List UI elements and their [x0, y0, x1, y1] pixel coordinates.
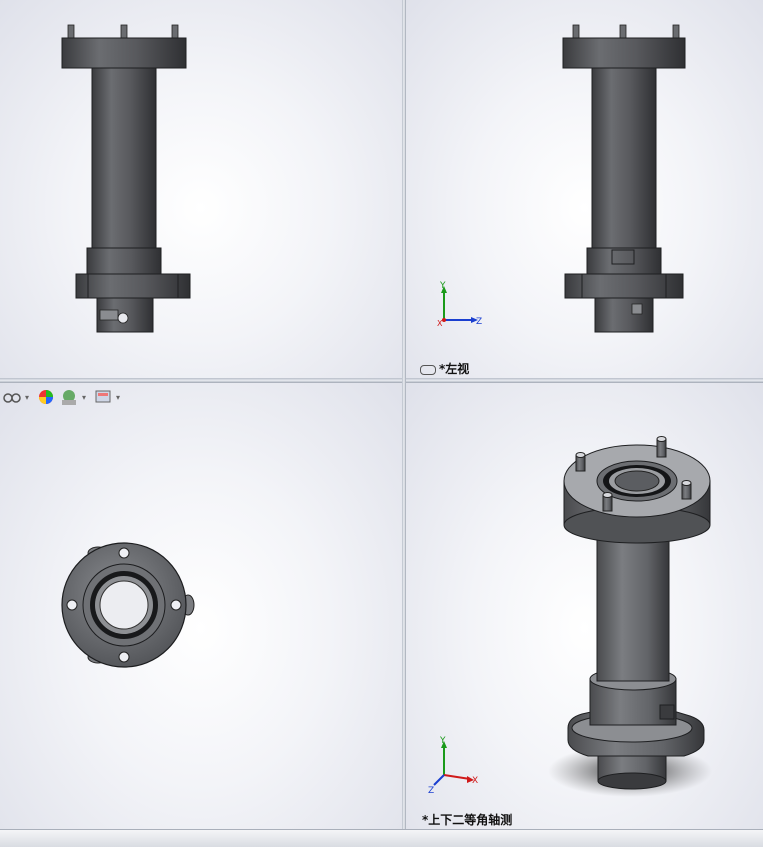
viewport-horizontal-splitter[interactable] [0, 378, 763, 383]
part-front-view [61, 24, 191, 333]
status-bar [0, 829, 763, 847]
viewport-dimetric[interactable]: Y X Z *上下二等角轴测 [406, 383, 763, 829]
viewport-vertical-splitter[interactable] [402, 0, 406, 829]
triad-z-label: Z [428, 786, 434, 796]
link-views-icon[interactable] [420, 364, 436, 375]
part-left-view: Y Z X [437, 24, 686, 333]
triad-x-label: X [437, 319, 443, 328]
part-bottom-view [61, 542, 195, 668]
triad-x-label: X [472, 776, 478, 786]
viewport-label-left: *左视 [420, 360, 469, 377]
viewport-label-dimetric: *上下二等角轴测 [422, 813, 513, 827]
triad-y-label: Y [439, 736, 446, 746]
triad-y-label: Y [439, 281, 446, 291]
viewport-bottom[interactable]: ▾ ▾ ▾ [0, 383, 402, 829]
viewport-front[interactable] [0, 0, 402, 378]
viewport-left[interactable]: Y Z X *左视 [406, 0, 763, 378]
coordinate-triad [441, 286, 478, 323]
coordinate-triad [433, 741, 474, 786]
triad-z-label: Z [476, 317, 482, 327]
part-dimetric-view: Y X Z [428, 436, 712, 797]
